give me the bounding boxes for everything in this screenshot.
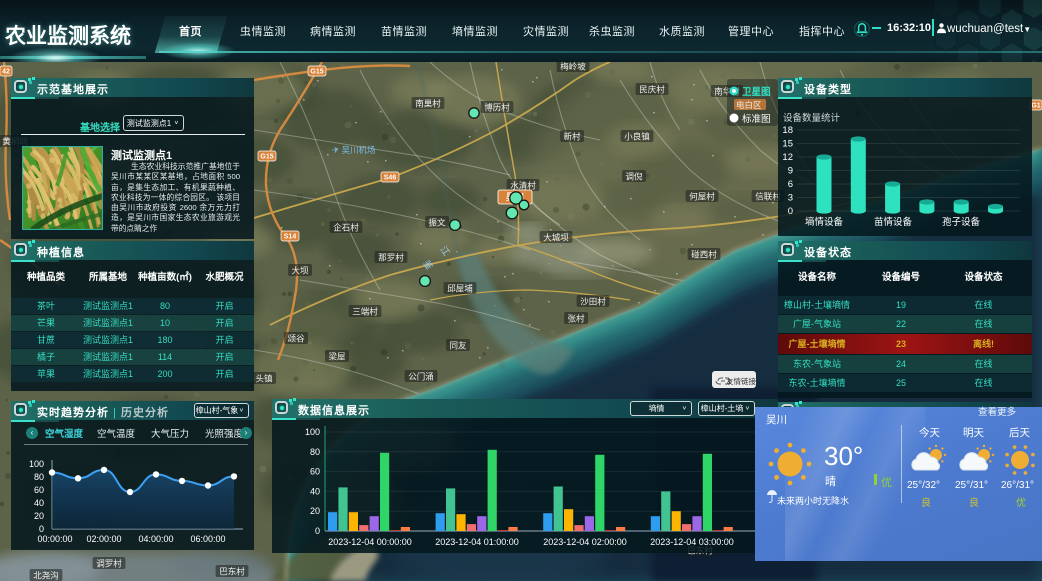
svg-text:S46: S46 [384, 175, 397, 182]
svg-text:沙田村: 沙田村 [580, 297, 606, 307]
svg-text:18: 18 [782, 125, 793, 136]
svg-text:0: 0 [315, 526, 320, 536]
svg-text:大城坝: 大城坝 [543, 233, 569, 243]
svg-text:新村: 新村 [563, 132, 581, 142]
svg-text:80: 80 [34, 472, 44, 482]
svg-text:卫星图: 卫星图 [742, 87, 771, 98]
svg-text:80: 80 [310, 447, 320, 457]
svg-text:06:00:00: 06:00:00 [190, 534, 225, 544]
svg-text:0: 0 [39, 524, 44, 534]
svg-text:2023-12-04 03:00:00: 2023-12-04 03:00:00 [650, 537, 734, 547]
svg-text:民庆村: 民庆村 [639, 85, 665, 95]
svg-text:40: 40 [34, 498, 44, 508]
svg-text:电白区: 电白区 [736, 100, 762, 110]
svg-text:头镇: 头镇 [255, 374, 273, 384]
svg-text:2023-12-04 00:00:00: 2023-12-04 00:00:00 [328, 537, 412, 547]
svg-text:梅岭坡: 梅岭坡 [560, 62, 586, 72]
svg-text:标准图: 标准图 [742, 113, 771, 125]
svg-text:✈ 吴川机场: ✈ 吴川机场 [332, 145, 375, 155]
svg-text:20: 20 [310, 506, 320, 516]
svg-text:碰西村: 碰西村 [691, 250, 717, 260]
svg-text:2023-12-04 02:00:00: 2023-12-04 02:00:00 [543, 537, 627, 547]
svg-text:墒情设备: 墒情设备 [805, 216, 844, 228]
svg-text:邱屋埔: 邱屋埔 [447, 284, 473, 294]
svg-text:S14: S14 [284, 234, 297, 241]
svg-text:调倪: 调倪 [625, 172, 643, 182]
svg-text:公门涌: 公门涌 [408, 372, 434, 382]
svg-text:04:00:00: 04:00:00 [138, 534, 173, 544]
svg-text:那罗村: 那罗村 [378, 253, 404, 263]
svg-text:大坝: 大坝 [291, 266, 309, 276]
svg-text:小良镇: 小良镇 [624, 132, 650, 142]
svg-text:0: 0 [788, 206, 793, 217]
svg-text:2023-12-04 01:00:00: 2023-12-04 01:00:00 [435, 537, 519, 547]
svg-text:3: 3 [788, 193, 793, 204]
svg-text:00:00:00: 00:00:00 [37, 534, 72, 544]
svg-text:60: 60 [34, 485, 44, 495]
svg-text:苗情设备: 苗情设备 [874, 216, 913, 228]
svg-text:南巢村: 南巢村 [415, 99, 441, 109]
svg-text:20: 20 [34, 511, 44, 521]
svg-text:6: 6 [788, 179, 793, 190]
svg-text:孢子设备: 孢子设备 [942, 216, 981, 228]
svg-text:三端村: 三端村 [352, 307, 378, 317]
svg-text:40: 40 [310, 486, 320, 496]
svg-text:100: 100 [29, 459, 44, 469]
svg-text:G1: G1 [1031, 103, 1040, 110]
svg-text:02:00:00: 02:00:00 [86, 534, 121, 544]
svg-text:巴东村: 巴东村 [219, 567, 245, 577]
svg-text:9: 9 [788, 166, 793, 177]
svg-text:北尧沟: 北尧沟 [33, 571, 59, 581]
svg-text:振文: 振文 [428, 218, 446, 228]
svg-text:G15: G15 [310, 69, 323, 76]
svg-text:12: 12 [782, 152, 793, 163]
svg-text:张村: 张村 [567, 314, 585, 324]
svg-text:企石村: 企石村 [333, 223, 359, 233]
svg-text:15: 15 [782, 139, 793, 150]
svg-text:调罗村: 调罗村 [96, 559, 122, 569]
svg-text:颂谷: 颂谷 [287, 334, 305, 344]
svg-text:何屋村: 何屋村 [689, 192, 715, 202]
svg-text:同友: 同友 [449, 341, 467, 351]
svg-text:60: 60 [310, 467, 320, 477]
svg-text:博历村: 博历村 [484, 103, 510, 113]
svg-text:42: 42 [2, 69, 10, 76]
svg-text:G15: G15 [260, 154, 273, 161]
svg-text:100: 100 [305, 427, 320, 437]
svg-text:梁屋: 梁屋 [328, 352, 346, 362]
svg-text:水清村: 水清村 [510, 181, 536, 191]
svg-text:友情链接: 友情链接 [726, 376, 756, 386]
